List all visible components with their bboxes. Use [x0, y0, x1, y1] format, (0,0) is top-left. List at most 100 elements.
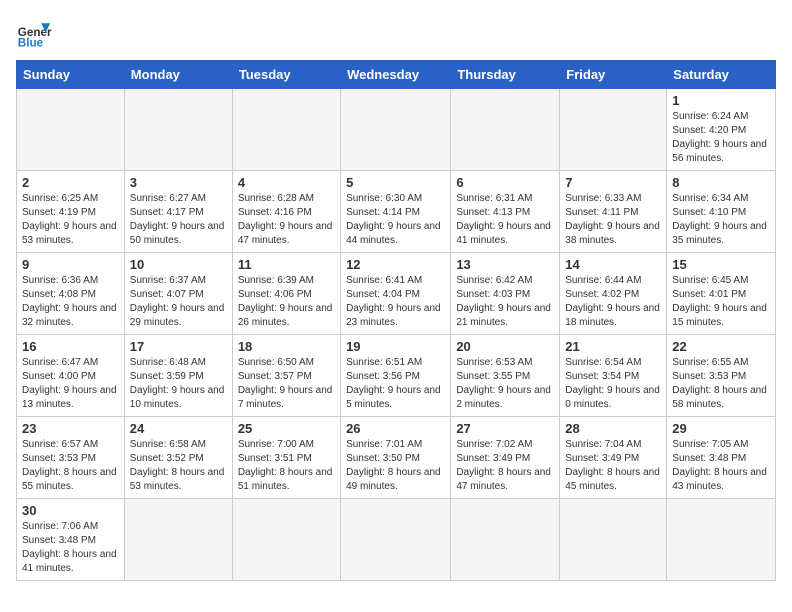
col-header-monday: Monday	[124, 61, 232, 89]
calendar-cell	[560, 499, 667, 581]
calendar-cell: 1 Sunrise: 6:24 AM Sunset: 4:20 PM Daylig…	[667, 89, 776, 171]
calendar-cell: 21Sunrise: 6:54 AM Sunset: 3:54 PM Dayli…	[560, 335, 667, 417]
calendar-cell	[17, 89, 125, 171]
day-info: Sunrise: 6:48 AM Sunset: 3:59 PM Dayligh…	[130, 356, 227, 412]
day-info: Sunrise: 6:45 AM Sunset: 4:01 PM Dayligh…	[672, 274, 770, 330]
calendar-cell: 12Sunrise: 6:41 AM Sunset: 4:04 PM Dayli…	[341, 253, 451, 335]
calendar-cell: 22 Sunrise: 6:55 AM Sunset: 3:53 PM Dayli…	[667, 335, 776, 417]
day-info: Sunrise: 6:25 AM Sunset: 4:19 PM Dayligh…	[22, 192, 119, 248]
col-header-wednesday: Wednesday	[341, 61, 451, 89]
calendar-cell: 29 Sunrise: 7:05 AM Sunset: 3:48 PM Dayli…	[667, 417, 776, 499]
calendar-cell	[451, 89, 560, 171]
calendar-cell: 5 Sunrise: 6:30 AM Sunset: 4:14 PM Daylig…	[341, 171, 451, 253]
day-info: Sunrise: 7:01 AM Sunset: 3:50 PM Dayligh…	[346, 438, 445, 494]
day-number: 16	[22, 339, 119, 354]
day-info: Sunrise: 6:47 AM Sunset: 4:00 PM Dayligh…	[22, 356, 119, 412]
day-number: 21	[565, 339, 661, 354]
day-info: Sunrise: 6:34 AM Sunset: 4:10 PM Dayligh…	[672, 192, 770, 248]
day-number: 23	[22, 421, 119, 436]
calendar-cell: 23Sunrise: 6:57 AM Sunset: 3:53 PM Dayli…	[17, 417, 125, 499]
col-header-friday: Friday	[560, 61, 667, 89]
day-number: 30	[22, 503, 119, 518]
calendar-week-row: 9 Sunrise: 6:36 AM Sunset: 4:08 PM Daylig…	[17, 253, 776, 335]
day-number: 13	[456, 257, 554, 272]
day-number: 26	[346, 421, 445, 436]
calendar-cell	[667, 499, 776, 581]
day-info: Sunrise: 7:04 AM Sunset: 3:49 PM Dayligh…	[565, 438, 661, 494]
day-number: 25	[238, 421, 335, 436]
calendar-cell: 6Sunrise: 6:31 AM Sunset: 4:13 PM Daylig…	[451, 171, 560, 253]
calendar-cell	[232, 499, 340, 581]
day-number: 1	[672, 93, 770, 108]
day-number: 5	[346, 175, 445, 190]
calendar-cell	[451, 499, 560, 581]
calendar-cell: 18Sunrise: 6:50 AM Sunset: 3:57 PM Dayli…	[232, 335, 340, 417]
day-number: 14	[565, 257, 661, 272]
calendar-cell	[124, 499, 232, 581]
day-info: Sunrise: 6:36 AM Sunset: 4:08 PM Dayligh…	[22, 274, 119, 330]
day-number: 7	[565, 175, 661, 190]
calendar-cell: 17 Sunrise: 6:48 AM Sunset: 3:59 PM Dayli…	[124, 335, 232, 417]
day-info: Sunrise: 6:51 AM Sunset: 3:56 PM Dayligh…	[346, 356, 445, 412]
calendar-cell: 19Sunrise: 6:51 AM Sunset: 3:56 PM Dayli…	[341, 335, 451, 417]
calendar-week-row: 2 Sunrise: 6:25 AM Sunset: 4:19 PM Daylig…	[17, 171, 776, 253]
calendar-cell: 7 Sunrise: 6:33 AM Sunset: 4:11 PM Daylig…	[560, 171, 667, 253]
logo: General Blue	[16, 16, 52, 52]
calendar-cell	[341, 499, 451, 581]
calendar-cell: 2 Sunrise: 6:25 AM Sunset: 4:19 PM Daylig…	[17, 171, 125, 253]
calendar-cell: 20Sunrise: 6:53 AM Sunset: 3:55 PM Dayli…	[451, 335, 560, 417]
day-info: Sunrise: 6:42 AM Sunset: 4:03 PM Dayligh…	[456, 274, 554, 330]
day-info: Sunrise: 6:24 AM Sunset: 4:20 PM Dayligh…	[672, 110, 770, 166]
day-number: 15	[672, 257, 770, 272]
day-number: 2	[22, 175, 119, 190]
calendar-cell: 10Sunrise: 6:37 AM Sunset: 4:07 PM Dayli…	[124, 253, 232, 335]
calendar-week-row: 30 Sunrise: 7:06 AM Sunset: 3:48 PM Dayli…	[17, 499, 776, 581]
day-number: 3	[130, 175, 227, 190]
day-number: 6	[456, 175, 554, 190]
day-number: 17	[130, 339, 227, 354]
calendar-cell	[232, 89, 340, 171]
col-header-sunday: Sunday	[17, 61, 125, 89]
day-info: Sunrise: 6:50 AM Sunset: 3:57 PM Dayligh…	[238, 356, 335, 412]
calendar-cell	[124, 89, 232, 171]
calendar-cell: 3 Sunrise: 6:27 AM Sunset: 4:17 PM Daylig…	[124, 171, 232, 253]
day-info: Sunrise: 6:33 AM Sunset: 4:11 PM Dayligh…	[565, 192, 661, 248]
calendar-cell: 24 Sunrise: 6:58 AM Sunset: 3:52 PM Dayli…	[124, 417, 232, 499]
calendar-cell: 8Sunrise: 6:34 AM Sunset: 4:10 PM Daylig…	[667, 171, 776, 253]
page-header: General Blue	[16, 16, 776, 52]
calendar-cell: 15 Sunrise: 6:45 AM Sunset: 4:01 PM Dayli…	[667, 253, 776, 335]
day-info: Sunrise: 6:28 AM Sunset: 4:16 PM Dayligh…	[238, 192, 335, 248]
calendar-header-row: SundayMondayTuesdayWednesdayThursdayFrid…	[17, 61, 776, 89]
col-header-thursday: Thursday	[451, 61, 560, 89]
calendar-cell: 4Sunrise: 6:28 AM Sunset: 4:16 PM Daylig…	[232, 171, 340, 253]
calendar-cell: 13 Sunrise: 6:42 AM Sunset: 4:03 PM Dayli…	[451, 253, 560, 335]
day-info: Sunrise: 7:06 AM Sunset: 3:48 PM Dayligh…	[22, 520, 119, 576]
day-info: Sunrise: 7:02 AM Sunset: 3:49 PM Dayligh…	[456, 438, 554, 494]
calendar-cell: 9 Sunrise: 6:36 AM Sunset: 4:08 PM Daylig…	[17, 253, 125, 335]
calendar-cell: 11Sunrise: 6:39 AM Sunset: 4:06 PM Dayli…	[232, 253, 340, 335]
day-number: 29	[672, 421, 770, 436]
day-info: Sunrise: 6:27 AM Sunset: 4:17 PM Dayligh…	[130, 192, 227, 248]
day-info: Sunrise: 6:44 AM Sunset: 4:02 PM Dayligh…	[565, 274, 661, 330]
day-info: Sunrise: 6:30 AM Sunset: 4:14 PM Dayligh…	[346, 192, 445, 248]
day-number: 10	[130, 257, 227, 272]
day-info: Sunrise: 7:05 AM Sunset: 3:48 PM Dayligh…	[672, 438, 770, 494]
calendar-cell: 14 Sunrise: 6:44 AM Sunset: 4:02 PM Dayli…	[560, 253, 667, 335]
day-number: 22	[672, 339, 770, 354]
day-info: Sunrise: 6:55 AM Sunset: 3:53 PM Dayligh…	[672, 356, 770, 412]
day-info: Sunrise: 6:53 AM Sunset: 3:55 PM Dayligh…	[456, 356, 554, 412]
calendar-week-row: 23Sunrise: 6:57 AM Sunset: 3:53 PM Dayli…	[17, 417, 776, 499]
calendar-cell: 30 Sunrise: 7:06 AM Sunset: 3:48 PM Dayli…	[17, 499, 125, 581]
day-info: Sunrise: 6:58 AM Sunset: 3:52 PM Dayligh…	[130, 438, 227, 494]
calendar-cell	[341, 89, 451, 171]
col-header-tuesday: Tuesday	[232, 61, 340, 89]
svg-text:Blue: Blue	[18, 37, 44, 50]
calendar-cell: 25 Sunrise: 7:00 AM Sunset: 3:51 PM Dayli…	[232, 417, 340, 499]
day-number: 28	[565, 421, 661, 436]
day-info: Sunrise: 6:41 AM Sunset: 4:04 PM Dayligh…	[346, 274, 445, 330]
day-info: Sunrise: 6:39 AM Sunset: 4:06 PM Dayligh…	[238, 274, 335, 330]
day-number: 9	[22, 257, 119, 272]
day-number: 24	[130, 421, 227, 436]
day-info: Sunrise: 7:00 AM Sunset: 3:51 PM Dayligh…	[238, 438, 335, 494]
calendar-table: SundayMondayTuesdayWednesdayThursdayFrid…	[16, 60, 776, 581]
